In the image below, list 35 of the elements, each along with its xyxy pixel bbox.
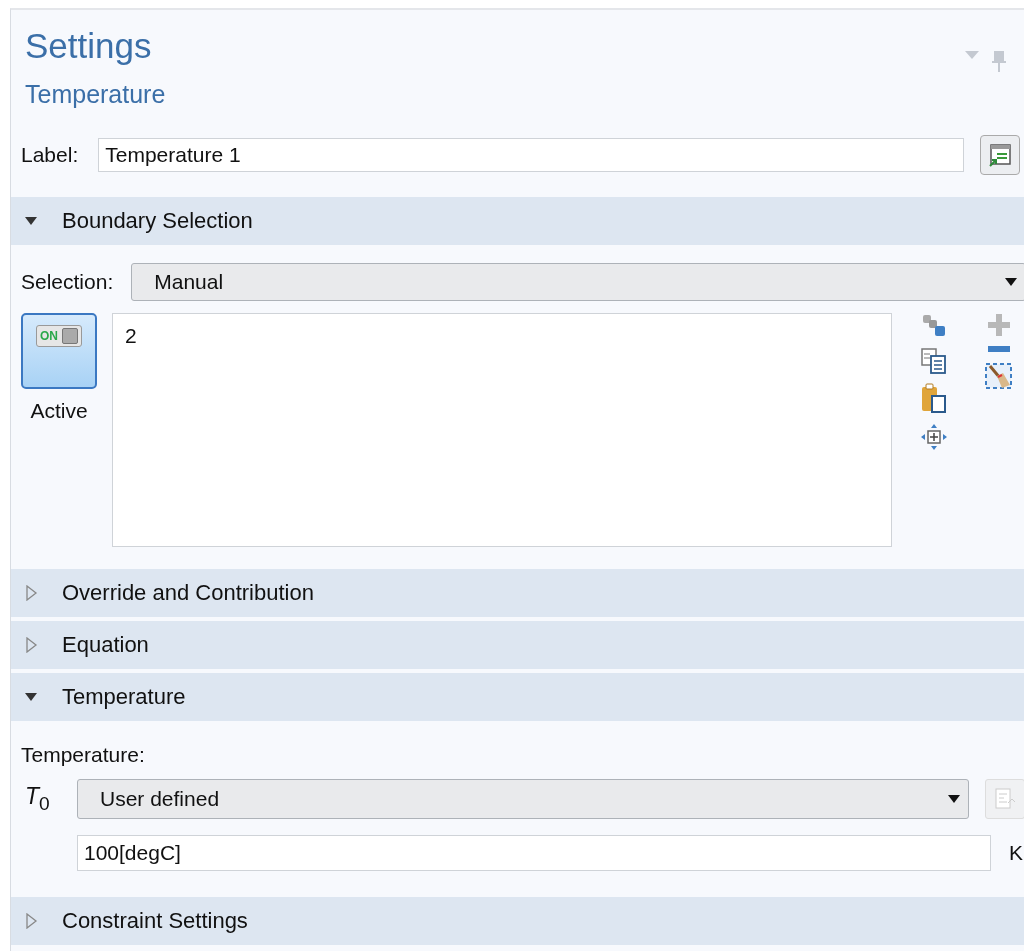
list-item[interactable]: 2 — [125, 324, 879, 348]
clear-selection-icon[interactable] — [984, 361, 1014, 391]
label-field[interactable]: Temperature 1 — [98, 138, 965, 172]
caret-icon — [948, 795, 960, 803]
minus-icon[interactable] — [987, 345, 1011, 353]
group-icon[interactable] — [921, 313, 947, 339]
panel-title: Settings — [25, 25, 153, 67]
section-header[interactable]: Constraint Settings — [11, 897, 1024, 945]
section-header[interactable]: Equation — [11, 621, 1024, 669]
panel-subtitle: Temperature — [25, 80, 166, 109]
expand-icon — [24, 637, 38, 653]
document-icon — [994, 787, 1016, 811]
comment-icon — [987, 142, 1014, 168]
temperature-caption: Temperature: — [21, 743, 146, 767]
label-caption: Label: — [21, 143, 79, 167]
zoom-to-selection-icon[interactable] — [920, 423, 948, 451]
section-header[interactable]: Override and Contribution — [11, 569, 1024, 617]
copy-icon[interactable] — [920, 347, 948, 375]
temperature-field[interactable]: 100[degC] — [77, 835, 991, 871]
unit-label: K — [1009, 841, 1023, 865]
collapse-icon — [24, 692, 38, 702]
comment-button[interactable] — [980, 135, 1021, 175]
selection-list[interactable]: 2 — [112, 313, 892, 547]
temperature-dropdown[interactable]: User defined — [77, 779, 969, 819]
section-header[interactable]: Temperature — [11, 673, 1024, 721]
section-header[interactable]: Boundary Selection — [11, 197, 1024, 245]
selection-caption: Selection: — [21, 270, 114, 294]
active-label: Active — [30, 399, 88, 423]
collapse-icon — [24, 216, 38, 226]
caret-icon — [1005, 278, 1018, 286]
expand-icon — [24, 585, 38, 601]
expand-icon — [24, 913, 38, 929]
paste-icon[interactable] — [920, 383, 948, 415]
selection-dropdown[interactable]: Manual — [131, 263, 1024, 301]
symbol-label: T$_{0}$ — [24, 783, 51, 815]
